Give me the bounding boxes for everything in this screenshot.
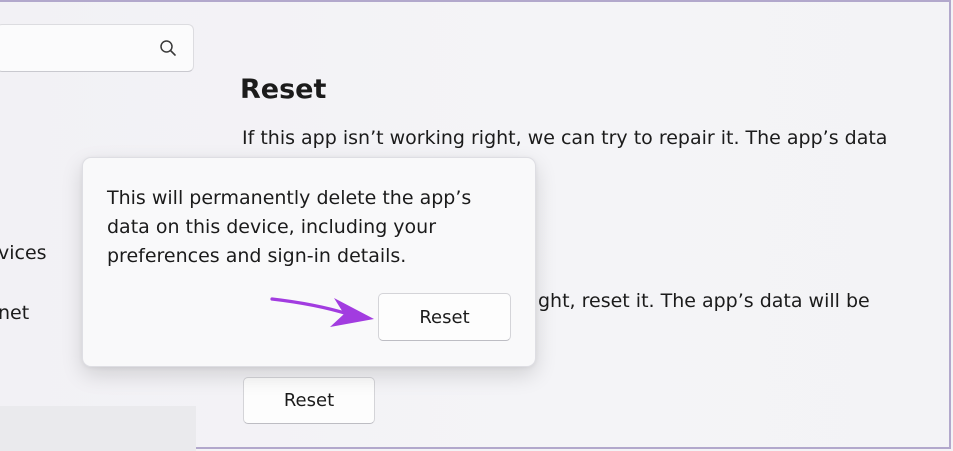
search-input[interactable] xyxy=(0,24,194,72)
section-title-reset: Reset xyxy=(240,74,327,105)
arrow-right-icon xyxy=(270,297,374,327)
flyout-message-line: data on this device, including your xyxy=(107,216,437,238)
reset-button[interactable]: Reset xyxy=(243,377,375,424)
flyout-message-line: This will permanently delete the app’s xyxy=(107,187,472,209)
settings-window: vices net Reset If this app isn’t workin… xyxy=(0,0,951,451)
flyout-message-line: preferences and sign-in details. xyxy=(107,245,407,267)
confirm-reset-button[interactable]: Reset xyxy=(378,293,511,341)
sidebar-item-selected[interactable] xyxy=(0,406,196,451)
sidebar-item-network[interactable]: net xyxy=(0,302,29,324)
reset-description: ght, reset it. The app’s data will be xyxy=(538,290,870,312)
sidebar-item-devices[interactable]: vices xyxy=(0,242,47,264)
repair-description: If this app isn’t working right, we can … xyxy=(242,127,888,149)
search-icon[interactable] xyxy=(159,39,177,57)
